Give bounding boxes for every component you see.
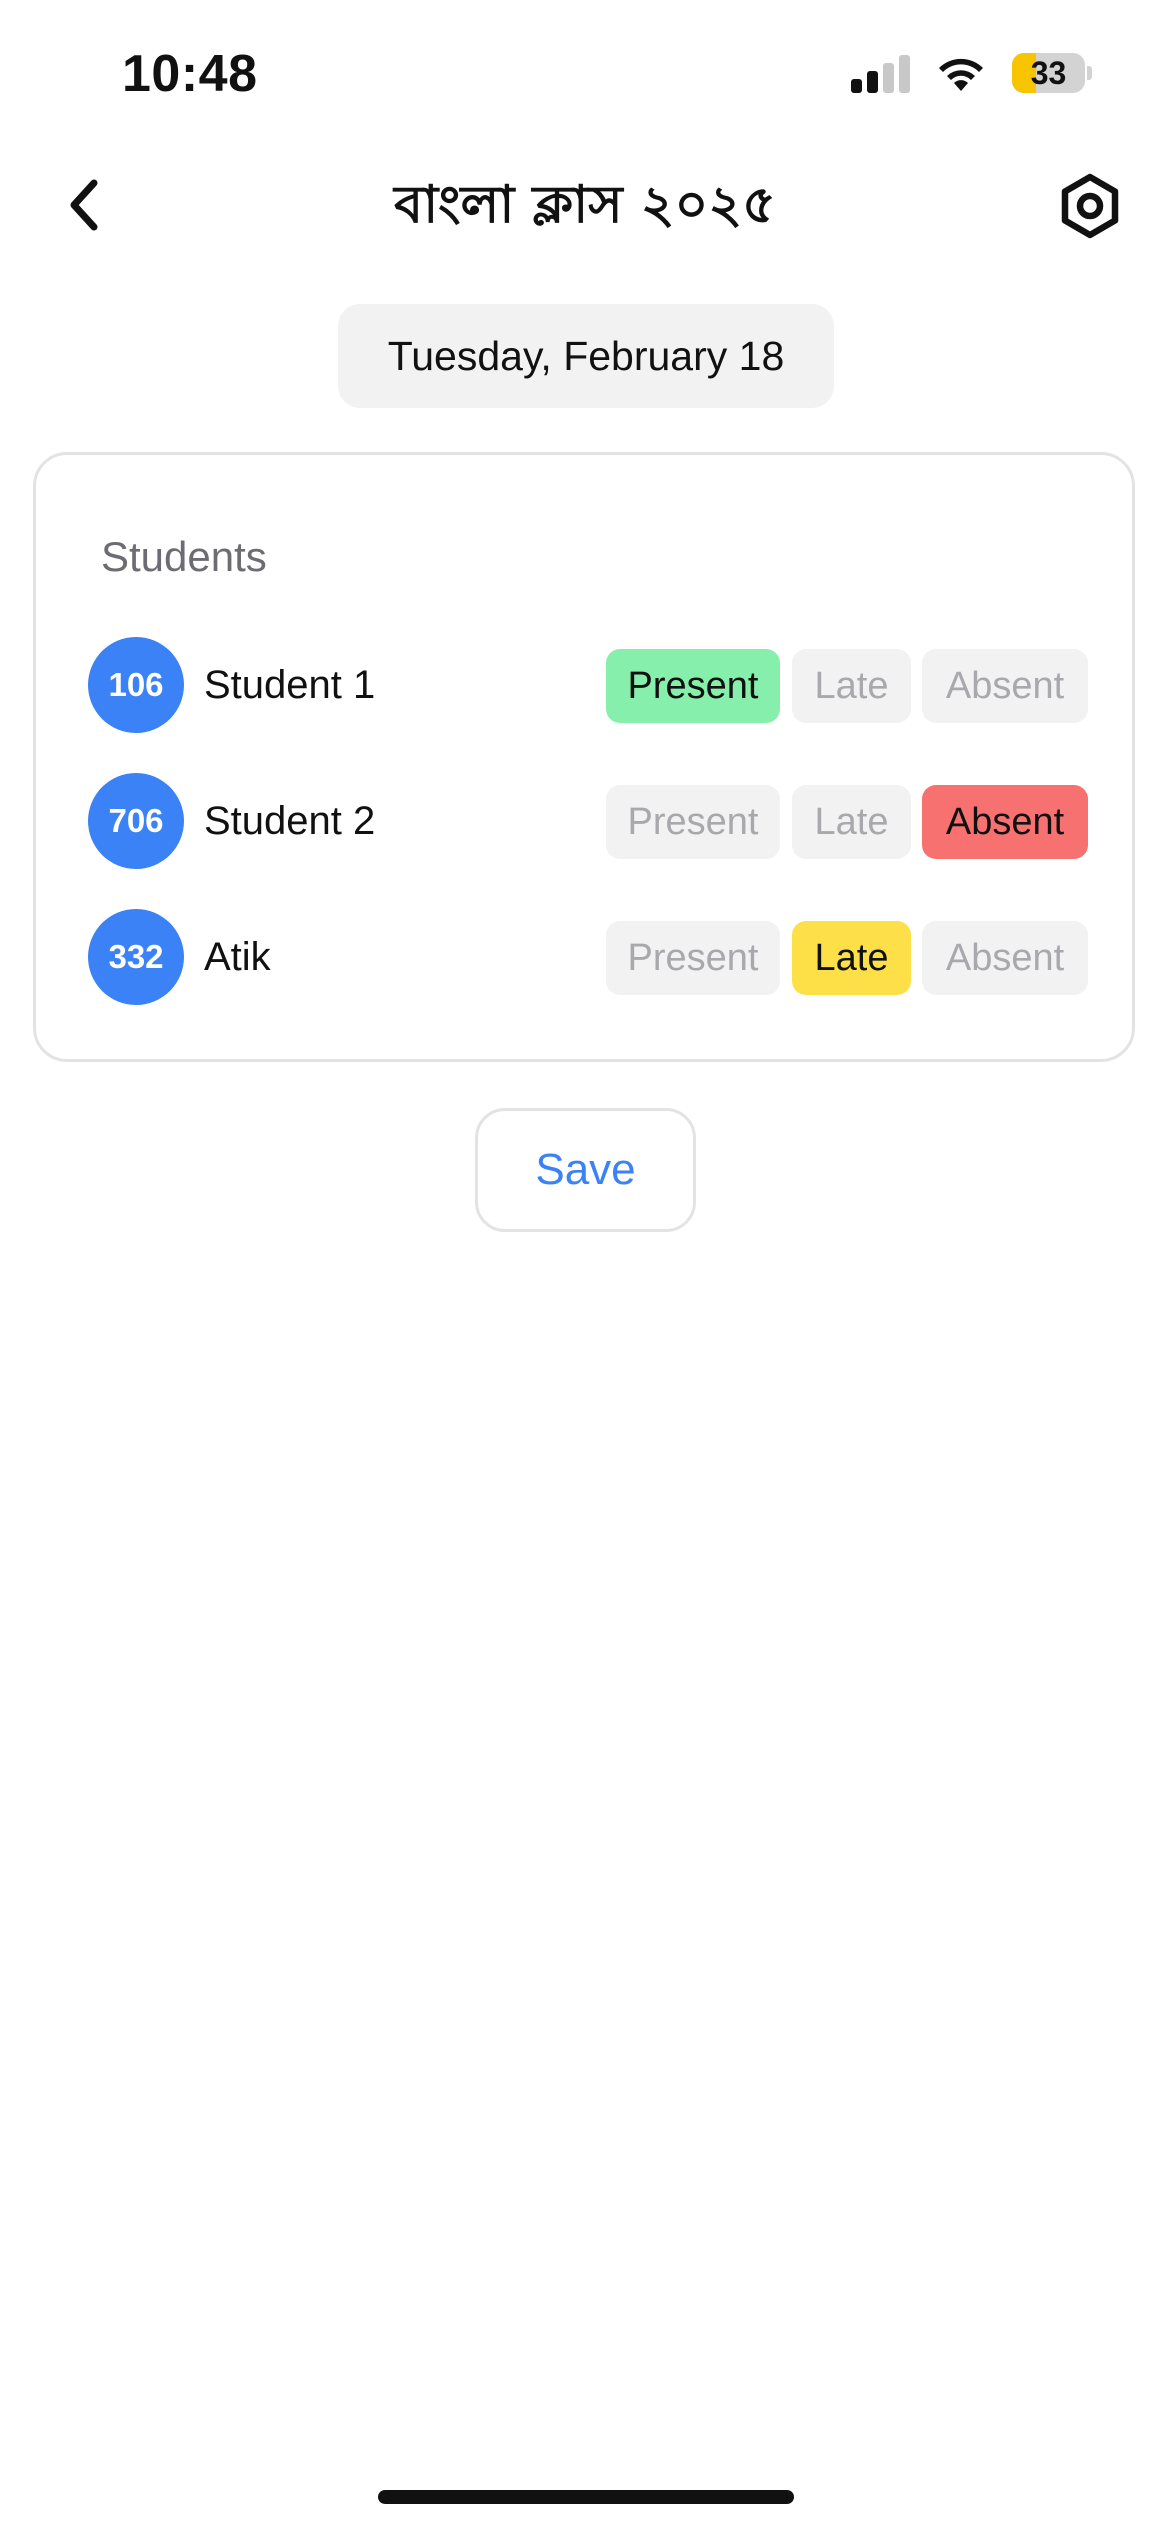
student-id-avatar: 106 xyxy=(88,637,184,733)
student-name: Student 1 xyxy=(204,663,376,707)
settings-button[interactable] xyxy=(1056,172,1124,240)
date-selector[interactable]: Tuesday, February 18 xyxy=(338,304,834,408)
students-card: Students 106 Student 1 Present Late Abse… xyxy=(33,452,1135,1062)
settings-hexagon-icon xyxy=(1061,173,1119,239)
present-button[interactable]: Present xyxy=(606,785,780,859)
late-button[interactable]: Late xyxy=(792,785,911,859)
student-id-avatar: 332 xyxy=(88,909,184,1005)
wifi-icon xyxy=(939,58,983,91)
battery-level: 33 xyxy=(1030,54,1067,91)
students-heading: Students xyxy=(101,533,267,580)
absent-button[interactable]: Absent xyxy=(922,921,1088,995)
home-indicator[interactable] xyxy=(378,2490,794,2504)
student-row: 706 Student 2 Present Late Absent xyxy=(36,773,1138,869)
cellular-signal-icon xyxy=(851,53,910,93)
late-button[interactable]: Late xyxy=(792,649,911,723)
attendance-screen: 10:48 33 বাংলা ক্লাস ২০২৫ Tuesday, Febru… xyxy=(0,0,1170,2532)
student-id-avatar: 706 xyxy=(88,773,184,869)
student-name: Atik xyxy=(204,935,271,979)
absent-button[interactable]: Absent xyxy=(922,649,1088,723)
absent-button[interactable]: Absent xyxy=(922,785,1088,859)
page-title: বাংলা ক্লাস ২০২৫ xyxy=(394,175,776,235)
student-row: 332 Atik Present Late Absent xyxy=(36,909,1138,1005)
battery-icon: 33 xyxy=(1012,52,1092,94)
status-icons: 33 xyxy=(851,52,1092,94)
student-name: Student 2 xyxy=(204,799,376,843)
student-row: 106 Student 1 Present Late Absent xyxy=(36,637,1138,733)
late-button[interactable]: Late xyxy=(792,921,911,995)
present-button[interactable]: Present xyxy=(606,921,780,995)
status-time: 10:48 xyxy=(122,45,258,103)
present-button[interactable]: Present xyxy=(606,649,780,723)
save-button[interactable]: Save xyxy=(475,1108,696,1232)
